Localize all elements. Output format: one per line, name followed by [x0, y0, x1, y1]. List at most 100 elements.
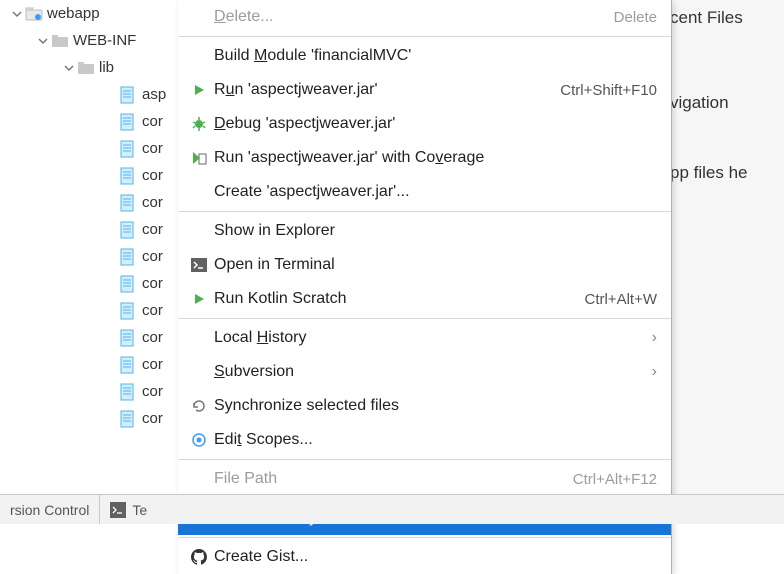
shortcut-text: Ctrl+Shift+F10 — [560, 82, 657, 99]
menu-item-file-path[interactable]: File Path Ctrl+Alt+F12 — [178, 462, 671, 496]
tree-label: cor — [142, 167, 163, 184]
tree-file-item[interactable]: cor — [0, 108, 175, 135]
jar-icon — [118, 275, 136, 293]
submenu-arrow-icon: › — [644, 363, 657, 381]
menu-item-create-runconfig[interactable]: Create 'aspectjweaver.jar'... — [178, 175, 671, 209]
chevron-down-icon[interactable] — [62, 61, 75, 74]
menu-item-run-kotlin[interactable]: Run Kotlin Scratch Ctrl+Alt+W — [178, 282, 671, 316]
shortcut-text: Ctrl+Alt+W — [584, 291, 657, 308]
scopes-icon — [188, 429, 210, 451]
tree-label: cor — [142, 221, 163, 238]
jar-icon — [118, 410, 136, 428]
menu-item-run[interactable]: Run 'aspectjweaver.jar' Ctrl+Shift+F10 — [178, 73, 671, 107]
menu-item-build-module[interactable]: Build Module 'financialMVC' — [178, 39, 671, 73]
folder-icon — [51, 32, 69, 50]
coverage-icon — [188, 147, 210, 169]
project-tree[interactable]: webapp WEB-INF lib asp cor cor cor cor cor cor… — [0, 0, 175, 480]
status-terminal[interactable]: Te — [99, 495, 157, 524]
tree-file-item[interactable]: cor — [0, 297, 175, 324]
tree-file-item[interactable]: asp — [0, 81, 175, 108]
menu-item-run-coverage[interactable]: Run 'aspectjweaver.jar' with Coverage — [178, 141, 671, 175]
tree-file-item[interactable]: cor — [0, 135, 175, 162]
recent-files-text: cent Files — [670, 0, 784, 38]
run-icon — [188, 288, 210, 310]
tree-file-item[interactable]: cor — [0, 405, 175, 432]
status-bar: rsion Control Te — [0, 494, 784, 524]
chevron-down-icon[interactable] — [36, 34, 49, 47]
menu-item-debug[interactable]: Debug 'aspectjweaver.jar' — [178, 107, 671, 141]
menu-item-open-terminal[interactable]: Open in Terminal — [178, 248, 671, 282]
jar-icon — [118, 302, 136, 320]
jar-icon — [118, 140, 136, 158]
run-icon — [188, 79, 210, 101]
tree-label: cor — [142, 302, 163, 319]
menu-separator — [178, 36, 671, 37]
submenu-arrow-icon: › — [644, 329, 657, 347]
blank-icon — [188, 220, 210, 242]
menu-separator — [178, 537, 671, 538]
jar-icon — [118, 248, 136, 266]
tree-label: cor — [142, 329, 163, 346]
menu-item-edit-scopes[interactable]: Edit Scopes... — [178, 423, 671, 457]
tree-file-item[interactable]: cor — [0, 189, 175, 216]
menu-separator — [178, 459, 671, 460]
blank-icon — [188, 181, 210, 203]
menu-item-show-explorer[interactable]: Show in Explorer — [178, 214, 671, 248]
tree-file-item[interactable]: cor — [0, 270, 175, 297]
terminal-icon — [188, 254, 210, 276]
tree-label: cor — [142, 140, 163, 157]
terminal-icon — [110, 502, 126, 518]
jar-icon — [118, 167, 136, 185]
tree-label: cor — [142, 194, 163, 211]
blank-icon — [188, 361, 210, 383]
tree-node-webapp[interactable]: webapp — [0, 0, 175, 27]
tree-file-item[interactable]: cor — [0, 324, 175, 351]
jar-icon — [118, 194, 136, 212]
tree-file-item[interactable]: cor — [0, 162, 175, 189]
tree-node-lib[interactable]: lib — [0, 54, 175, 81]
tree-label: cor — [142, 248, 163, 265]
jar-icon — [118, 329, 136, 347]
jar-icon — [118, 113, 136, 131]
tree-file-item[interactable]: cor — [0, 216, 175, 243]
menu-item-synchronize[interactable]: Synchronize selected files — [178, 389, 671, 423]
tree-node-webinf[interactable]: WEB-INF — [0, 27, 175, 54]
github-icon — [188, 546, 210, 568]
right-info-panel: cent Files vigation pp files he — [669, 0, 784, 494]
status-version-control[interactable]: rsion Control — [0, 495, 99, 524]
debug-icon — [188, 113, 210, 135]
chevron-down-icon[interactable] — [10, 7, 23, 20]
menu-separator — [178, 318, 671, 319]
tree-label: cor — [142, 410, 163, 427]
shortcut-text: Delete — [614, 9, 657, 26]
blank-icon — [188, 327, 210, 349]
tree-label: cor — [142, 275, 163, 292]
sync-icon — [188, 395, 210, 417]
tree-file-item[interactable]: cor — [0, 378, 175, 405]
blank-icon — [188, 468, 210, 490]
menu-separator — [178, 211, 671, 212]
tree-file-item[interactable]: cor — [0, 351, 175, 378]
tree-label: cor — [142, 113, 163, 130]
menu-item-local-history[interactable]: Local History › — [178, 321, 671, 355]
tree-label: asp — [142, 86, 166, 103]
tree-file-item[interactable]: cor — [0, 243, 175, 270]
jar-icon — [118, 356, 136, 374]
blank-icon — [188, 6, 210, 28]
menu-item-create-gist[interactable]: Create Gist... — [178, 540, 671, 574]
web-folder-icon — [25, 5, 43, 23]
blank-icon — [188, 45, 210, 67]
navigation-text: vigation — [670, 83, 784, 123]
tree-label: lib — [99, 59, 114, 76]
folder-icon — [77, 59, 95, 77]
jar-icon — [118, 221, 136, 239]
jar-icon — [118, 383, 136, 401]
shortcut-text: Ctrl+Alt+F12 — [573, 471, 657, 488]
context-menu: Delete... Delete Build Module 'financial… — [178, 0, 672, 574]
tree-label: cor — [142, 356, 163, 373]
menu-item-subversion[interactable]: Subversion › — [178, 355, 671, 389]
jar-icon — [118, 86, 136, 104]
menu-item-delete[interactable]: Delete... Delete — [178, 0, 671, 34]
tree-label: webapp — [47, 5, 100, 22]
drop-files-text: pp files he — [670, 153, 784, 193]
